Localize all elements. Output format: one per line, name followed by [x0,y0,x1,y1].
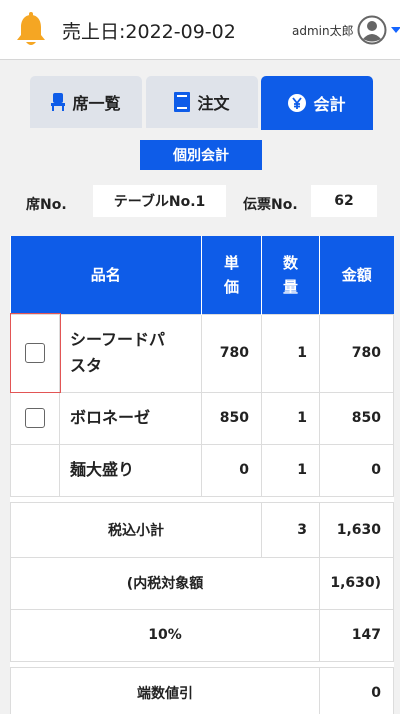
seat-number-value: テーブルNo.1 [93,185,226,217]
sales-date: 売上日:2022-09-02 [62,21,236,43]
subtotal-qty: 3 [261,501,321,558]
seat-number-label: 席No. [26,197,67,213]
app-header: 売上日:2022-09-02 admin太郎 [0,0,400,60]
taxable-row: (内税対象額 1,630) [9,556,395,610]
user-menu-caret-icon[interactable] [391,27,400,33]
item-amount: 0 [319,443,395,497]
yen-icon [288,94,307,112]
individual-checkout-badge: 個別会計 [140,140,262,170]
table-row: 麺大盛り 0 1 0 [10,443,395,497]
item-price: 850 [201,391,263,445]
item-price: 0 [201,443,263,497]
header-quantity: 数 量 [261,236,321,314]
taxable-amount: 1,630) [319,556,395,610]
header-amount: 金額 [319,236,394,314]
item-name: シーフードパ スタ [58,313,203,393]
item-checkbox[interactable] [25,343,45,363]
rounding-label: 端数値引 [9,666,321,714]
bill-header-row: 品名 単 価 数 量 金額 [10,236,394,314]
item-checkbox-cell[interactable] [10,391,60,445]
header-item-name: 品名 [10,236,203,314]
user-avatar-icon[interactable] [357,15,387,45]
subtotal-amount: 1,630 [319,501,395,558]
tab-seat-list[interactable]: 席一覧 [30,76,142,128]
bell-icon[interactable] [14,12,48,48]
slip-number-label: 伝票No. [243,197,298,213]
item-amount: 850 [319,391,395,445]
tab-order-label: 注文 [197,94,230,113]
tab-bar: 席一覧 注文 会計 [0,60,400,192]
item-checkbox[interactable] [25,408,45,428]
item-price: 780 [201,313,263,393]
checkout-panel: 個別会計 席No. テーブルNo.1 伝票No. 62 品名 単 価 数 量 金… [0,132,400,714]
item-amount: 780 [319,313,395,393]
item-name: ボロネーゼ [58,391,203,445]
item-qty: 1 [261,443,321,497]
item-name: 麺大盛り [58,443,203,497]
table-row: ボロネーゼ 850 1 850 [10,391,395,445]
tax-amount: 147 [319,608,395,662]
table-row: シーフードパ スタ 780 1 780 [9,313,395,393]
taxable-label: (内税対象額 [9,556,321,610]
tab-account-label: 会計 [313,95,346,114]
item-checkbox-cell[interactable] [9,313,61,393]
header-unit-price: 単 価 [201,236,263,314]
tab-order[interactable]: 注文 [146,76,258,128]
rounding-amount: 0 [319,666,395,714]
user-name[interactable]: admin太郎 [292,22,354,39]
tax-rate-label: 10% [9,608,321,662]
notebook-icon [174,92,191,112]
item-checkbox-cell-empty [10,443,60,497]
subtotal-label: 税込小計 [9,501,263,558]
item-qty: 1 [261,391,321,445]
chair-icon [51,93,66,111]
tab-account[interactable]: 会計 [261,76,373,130]
subtotal-row: 税込小計 3 1,630 [9,501,395,558]
tab-seat-list-label: 席一覧 [72,94,121,113]
bill-table: 品名 単 価 数 量 金額 シーフードパ スタ 780 1 780 ボロネーゼ … [9,236,395,714]
tax-rate-row: 10% 147 [9,608,395,662]
item-qty: 1 [261,313,321,393]
slip-number-value: 62 [311,185,377,217]
rounding-row: 端数値引 0 [9,666,395,714]
